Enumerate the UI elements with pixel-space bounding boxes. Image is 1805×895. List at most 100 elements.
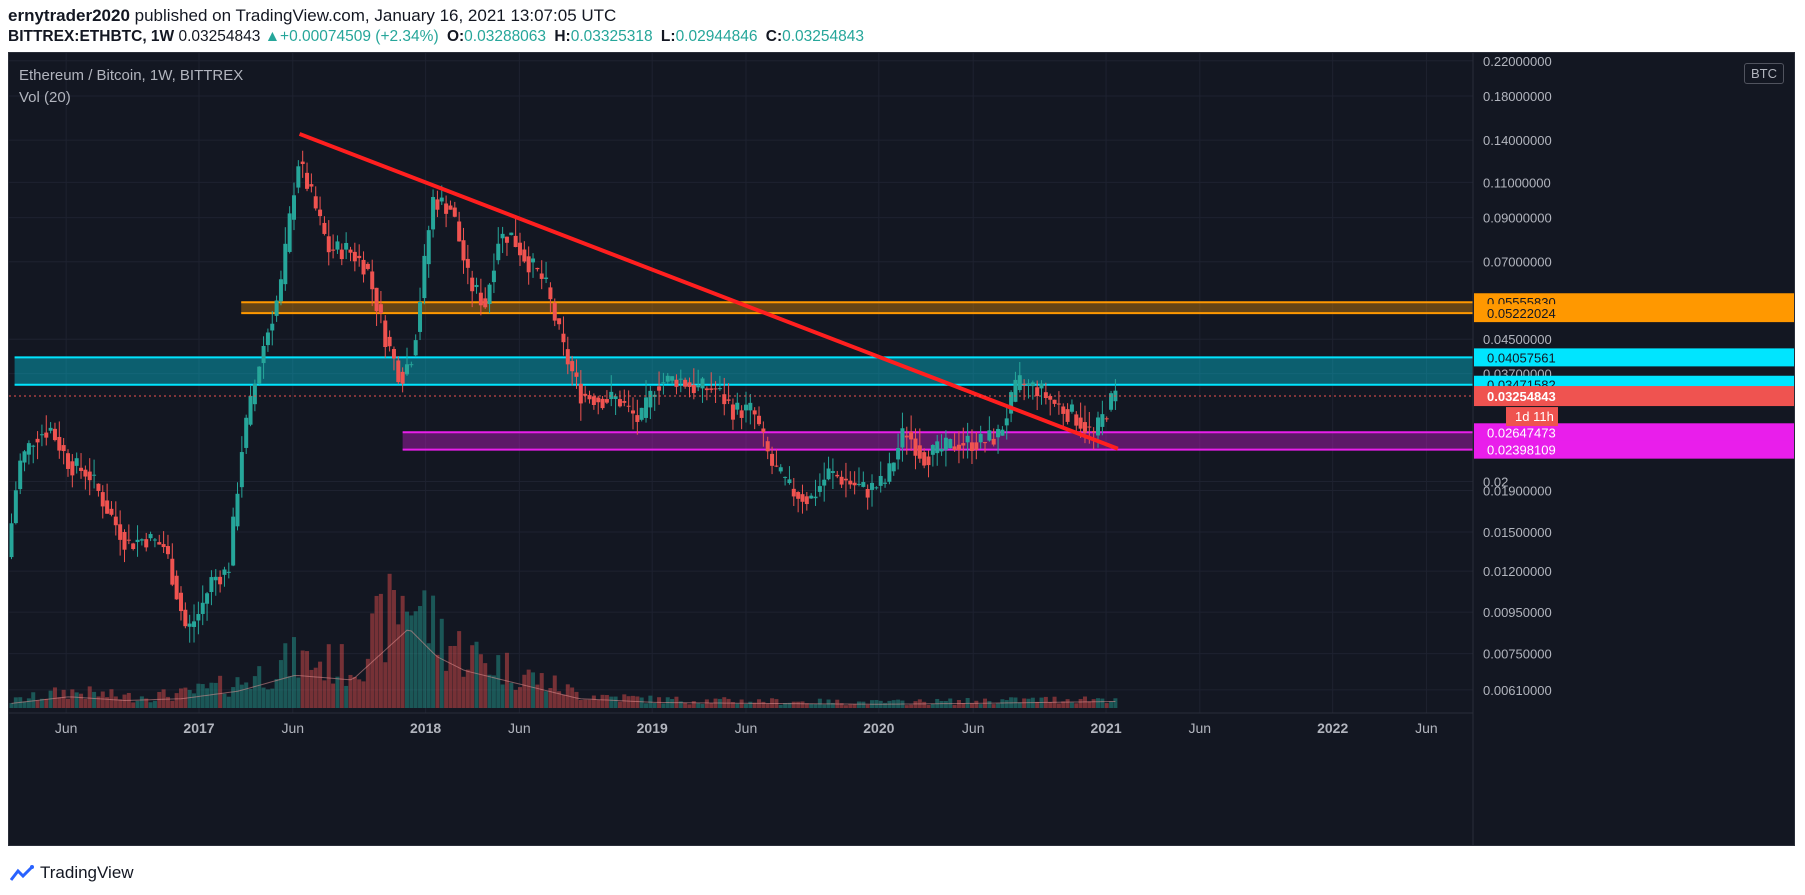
candle-body [157, 542, 162, 545]
open-value: 0.03288063 [464, 28, 547, 45]
volume-bar [344, 685, 349, 708]
candle-body [87, 471, 92, 481]
volume-bar [735, 703, 740, 708]
volume-bar [65, 698, 70, 708]
y-tick-label: 0.14000000 [1483, 133, 1552, 148]
volume-bar [274, 679, 279, 708]
candle-body [739, 410, 744, 418]
candle-body [878, 475, 883, 486]
candle-body [513, 235, 518, 248]
candle-body [830, 471, 835, 473]
volume-bar [800, 701, 805, 708]
volume-bar [139, 696, 144, 708]
candle-body [461, 240, 466, 261]
candle-body [491, 270, 496, 283]
volume-bar [1048, 701, 1053, 708]
candle-body [504, 236, 509, 243]
volume-bar [474, 641, 479, 708]
volume-bar [687, 704, 692, 708]
price-chart[interactable]: 0.22000000 0.18000000 0.14000000 0.11000000… [9, 53, 1795, 846]
volume-bar [378, 593, 383, 708]
x-tick-label: 2021 [1090, 720, 1121, 736]
volume-bar [1109, 701, 1114, 708]
volume-bar [765, 703, 770, 708]
volume-bar [244, 682, 249, 708]
volume-bar [113, 696, 118, 708]
volume-bar [1100, 698, 1105, 708]
candle-body [613, 396, 618, 400]
candle-body [626, 405, 631, 407]
candle-body [357, 255, 362, 259]
candle-body [287, 213, 292, 252]
candle-body [700, 378, 705, 389]
candle-body [939, 448, 944, 452]
candle-body [483, 298, 488, 308]
candle-body [165, 546, 170, 555]
volume-bar [148, 702, 153, 708]
candle-body [187, 623, 192, 627]
volume-bar [426, 643, 431, 708]
y-tick-label: 0.01900000 [1483, 484, 1552, 499]
volume-bar [400, 595, 405, 708]
volume-bar [470, 645, 475, 708]
candle-body [639, 407, 644, 420]
volume-bar [1069, 702, 1074, 708]
candle-body [578, 383, 583, 404]
volume-bar [122, 694, 127, 708]
footer-brand[interactable]: TradingView [10, 858, 134, 888]
candle-body [574, 372, 579, 377]
tradingview-logo-icon [10, 865, 34, 881]
chart-panel[interactable]: 0.22000000 0.18000000 0.14000000 0.11000000… [8, 52, 1795, 846]
candle-body [817, 486, 822, 492]
candle-body [978, 433, 983, 443]
volume-bar [574, 691, 579, 708]
volume-bar [987, 701, 992, 708]
candle-body [757, 415, 762, 425]
volume-bar [278, 660, 283, 708]
candle-body [1100, 414, 1105, 427]
candle-body [856, 483, 861, 485]
candle-body [61, 445, 66, 452]
candle-body [770, 453, 775, 466]
volume-bar [709, 703, 714, 708]
volume-bar [187, 689, 192, 708]
candle-body [570, 361, 575, 372]
y-tick-label: 0.09000000 [1483, 211, 1552, 226]
candle-body [804, 496, 809, 505]
candle-body [717, 388, 722, 390]
y-tick-label: 0.00610000 [1483, 683, 1552, 698]
x-tick-label: Jun [281, 720, 304, 736]
candle-body [192, 621, 197, 627]
last-price-label: 0.03254843 [1487, 389, 1556, 404]
volume-bar [339, 644, 344, 708]
countdown-label: 1d 11h [1515, 409, 1554, 424]
volume-bar [500, 684, 505, 708]
candle-body [696, 385, 701, 388]
volume-bar [57, 697, 62, 708]
volume-bar [213, 682, 218, 708]
candle-body [552, 302, 557, 321]
candle-body [622, 401, 627, 403]
volume-bar [70, 689, 75, 708]
volume-bar [939, 701, 944, 708]
currency-button[interactable]: BTC [1744, 63, 1784, 84]
high-label: H: [554, 28, 571, 45]
candle-body [500, 233, 505, 239]
candle-body [969, 442, 974, 451]
candle-body [291, 195, 296, 220]
volume-bar [1091, 699, 1096, 708]
candle-body [557, 318, 562, 325]
orange-zone-price-label: 0.05222024 [1487, 306, 1556, 321]
volume-bar [522, 674, 527, 708]
candle-body [956, 444, 961, 450]
candle-body [644, 397, 649, 418]
volume-bar [457, 631, 462, 708]
volume-bar [644, 703, 649, 708]
candle-body [787, 479, 792, 484]
candle-body [457, 221, 462, 242]
candle-body [657, 386, 662, 391]
candle-body [617, 399, 622, 407]
candle-body [509, 232, 514, 236]
volume-bar [861, 701, 866, 708]
candle-body [70, 461, 75, 476]
